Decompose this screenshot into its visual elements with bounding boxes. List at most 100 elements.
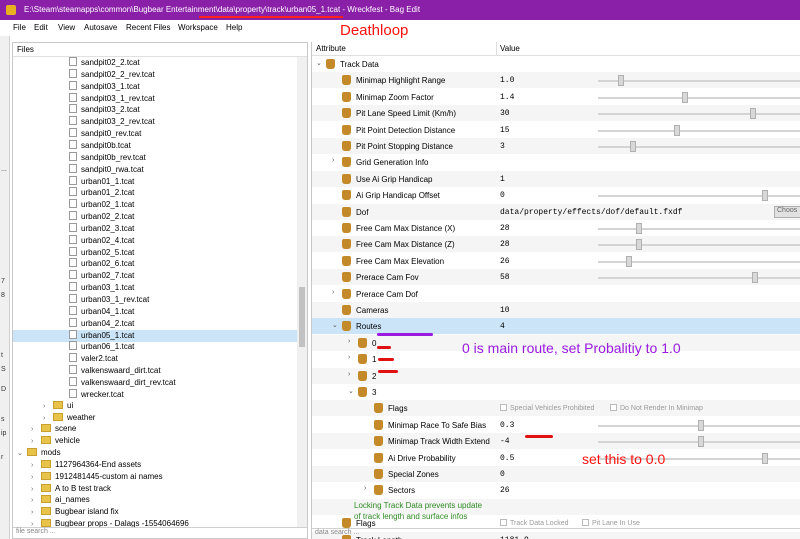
attribute-row-cameras[interactable]: Cameras 10 [312,302,800,318]
attribute-row-dof[interactable]: Dof data/property/effects/dof/default.fxd… [312,203,800,220]
flag-checkbox-track-data-locked[interactable]: Track Data Locked [500,519,569,527]
slider-track[interactable] [598,96,800,99]
attribute-row-ai-grip-handicap-offset[interactable]: Ai Grip Handicap Offset 0 [312,187,800,203]
attribute-row-pit-point-detection-distance[interactable]: Pit Point Detection Distance 15 [312,122,800,138]
attribute-row-flags[interactable]: Flags Special Vehicles Prohibited Do Not R… [312,400,800,417]
file-item[interactable]: valkenswaard_dirt_rev.tcat [13,376,297,389]
chevron-right-icon[interactable]: › [43,415,53,422]
chevron-down-icon[interactable]: ⌄ [316,59,322,67]
chevron-down-icon[interactable]: ⌄ [348,387,354,395]
checkbox-icon[interactable] [610,404,617,412]
slider-handle[interactable] [636,223,642,234]
slider-track[interactable] [598,146,800,148]
chevron-right-icon[interactable]: › [332,157,334,164]
file-item[interactable]: urban02_7.tcat [13,270,297,282]
folder-item[interactable]: › scene [13,424,297,436]
menu-autosave[interactable]: Autosave [84,23,117,32]
attribute-value[interactable]: 26 [500,257,510,266]
files-scrollbar[interactable] [297,57,307,527]
chevron-right-icon[interactable]: › [348,371,350,378]
attribute-value[interactable]: 0.3 [500,421,514,430]
attribute-value[interactable]: 4 [500,322,505,331]
file-item[interactable]: sandpit0b_rev.tcat [13,151,297,164]
menu-workspace[interactable]: Workspace [178,23,218,32]
attribute-row-sectors[interactable]: › Sectors 26 [312,482,800,498]
menu-help[interactable]: Help [226,23,242,32]
file-item[interactable]: urban02_6.tcat [13,258,297,270]
slider-track[interactable] [598,113,800,116]
file-item[interactable]: sandpit03_1_rev.tcat [13,92,297,105]
menu-file[interactable]: File [13,23,26,32]
attribute-row-free-cam-max-distance-z[interactable]: Free Cam Max Distance (Z) 28 [312,236,800,253]
checkbox-icon[interactable] [500,519,507,527]
slider-handle[interactable] [674,124,680,136]
attribute-row-grid-generation-info[interactable]: › Grid Generation Info [312,154,800,170]
attribute-row-free-cam-max-distance-x[interactable]: Free Cam Max Distance (X) 28 [312,220,800,236]
chevron-right-icon[interactable]: › [31,486,41,493]
slider-handle[interactable] [636,239,642,251]
file-item[interactable]: urban02_4.tcat [13,234,297,247]
file-search-input[interactable]: file search ... [13,527,307,538]
attribute-value[interactable]: 3 [500,142,505,151]
warning-row[interactable]: Locking Track Data prevents update of tra… [312,498,800,521]
flag-checkbox-do-not-render-in-minimap[interactable]: Do Not Render In Minimap [610,404,703,412]
chevron-right-icon[interactable]: › [31,438,41,445]
slider-handle[interactable] [630,141,636,152]
file-item[interactable]: sandpit0b.tcat [13,139,297,152]
chevron-right-icon[interactable]: › [31,426,41,433]
attribute-value[interactable]: 0 [500,470,505,479]
flag-checkbox-special-vehicles-prohibited[interactable]: Special Vehicles Prohibited [500,404,594,412]
attribute-row-minimap-race-to-safe-bias[interactable]: Minimap Race To Safe Bias 0.3 [312,417,800,433]
attribute-value[interactable]: 58 [500,273,510,282]
chevron-right-icon[interactable]: › [332,289,334,296]
attribute-value[interactable]: 10 [500,306,510,315]
slider-handle[interactable] [750,108,756,120]
slider-handle[interactable] [698,436,704,448]
folder-item[interactable]: › vehicle [13,436,297,448]
slider-track[interactable] [598,228,800,230]
slider-handle[interactable] [762,452,768,464]
folder-item[interactable]: › 1912481445-custom ai names [13,471,297,484]
file-item[interactable]: urban06_1.tcat [13,341,297,353]
attribute-value[interactable]: 28 [500,224,510,233]
flag-checkbox-pit-lane-in-use[interactable]: Pit Lane In Use [582,519,640,527]
attribute-value[interactable]: 0 [500,191,505,200]
attribute-value[interactable]: 1 [500,175,505,184]
file-item[interactable]: sandpit02_2.tcat [13,57,297,69]
attribute-value[interactable]: 15 [500,126,510,135]
file-item[interactable]: sandpit02_2_rev.tcat [13,68,297,81]
chevron-right-icon[interactable]: › [31,509,41,516]
file-item[interactable]: urban05_1.tcat [13,329,297,342]
file-item[interactable]: valer2.tcat [13,353,297,365]
file-item[interactable]: sandpit0_rwa.tcat [13,163,297,176]
slider-handle[interactable] [618,75,624,87]
file-item[interactable]: wrecker.tcat [13,388,297,401]
folder-item[interactable]: › A to B test track [13,483,297,496]
folder-item[interactable]: ⌄ mods [13,448,297,460]
checkbox-icon[interactable] [500,404,507,412]
attribute-row-3[interactable]: ⌄ 3 [312,384,800,400]
attribute-row-minimap-highlight-range[interactable]: Minimap Highlight Range 1.0 [312,72,800,89]
folder-item[interactable]: › Bugbear island fix [13,507,297,519]
menu-view[interactable]: View [58,23,75,32]
file-item[interactable]: urban04_1.tcat [13,305,297,318]
chevron-right-icon[interactable]: › [31,474,41,481]
slider-track[interactable] [598,277,800,280]
choose-file-button[interactable]: Choos [774,205,800,218]
slider-handle[interactable] [682,91,688,103]
slider-handle[interactable] [762,190,768,202]
attribute-value[interactable]: 0.5 [500,454,514,463]
attribute-row-routes[interactable]: ⌄ Routes 4 [312,318,800,335]
attribute-row-ai-drive-probability[interactable]: Ai Drive Probability 0.5 [312,450,800,466]
slider-track[interactable] [598,195,800,198]
folder-item[interactable]: › weather [13,412,297,425]
chevron-right-icon[interactable]: › [43,403,53,410]
slider-handle[interactable] [752,272,758,284]
chevron-down-icon[interactable]: ⌄ [17,449,27,457]
file-item[interactable]: urban02_1.tcat [13,199,297,211]
file-item[interactable]: sandpit0_rev.tcat [13,128,297,140]
attribute-row-prerace-cam-fov[interactable]: Prerace Cam Fov 58 [312,269,800,286]
checkbox-icon[interactable] [582,519,589,527]
file-item[interactable]: sandpit03_1.tcat [13,80,297,93]
attribute-row-minimap-zoom-factor[interactable]: Minimap Zoom Factor 1.4 [312,89,800,105]
